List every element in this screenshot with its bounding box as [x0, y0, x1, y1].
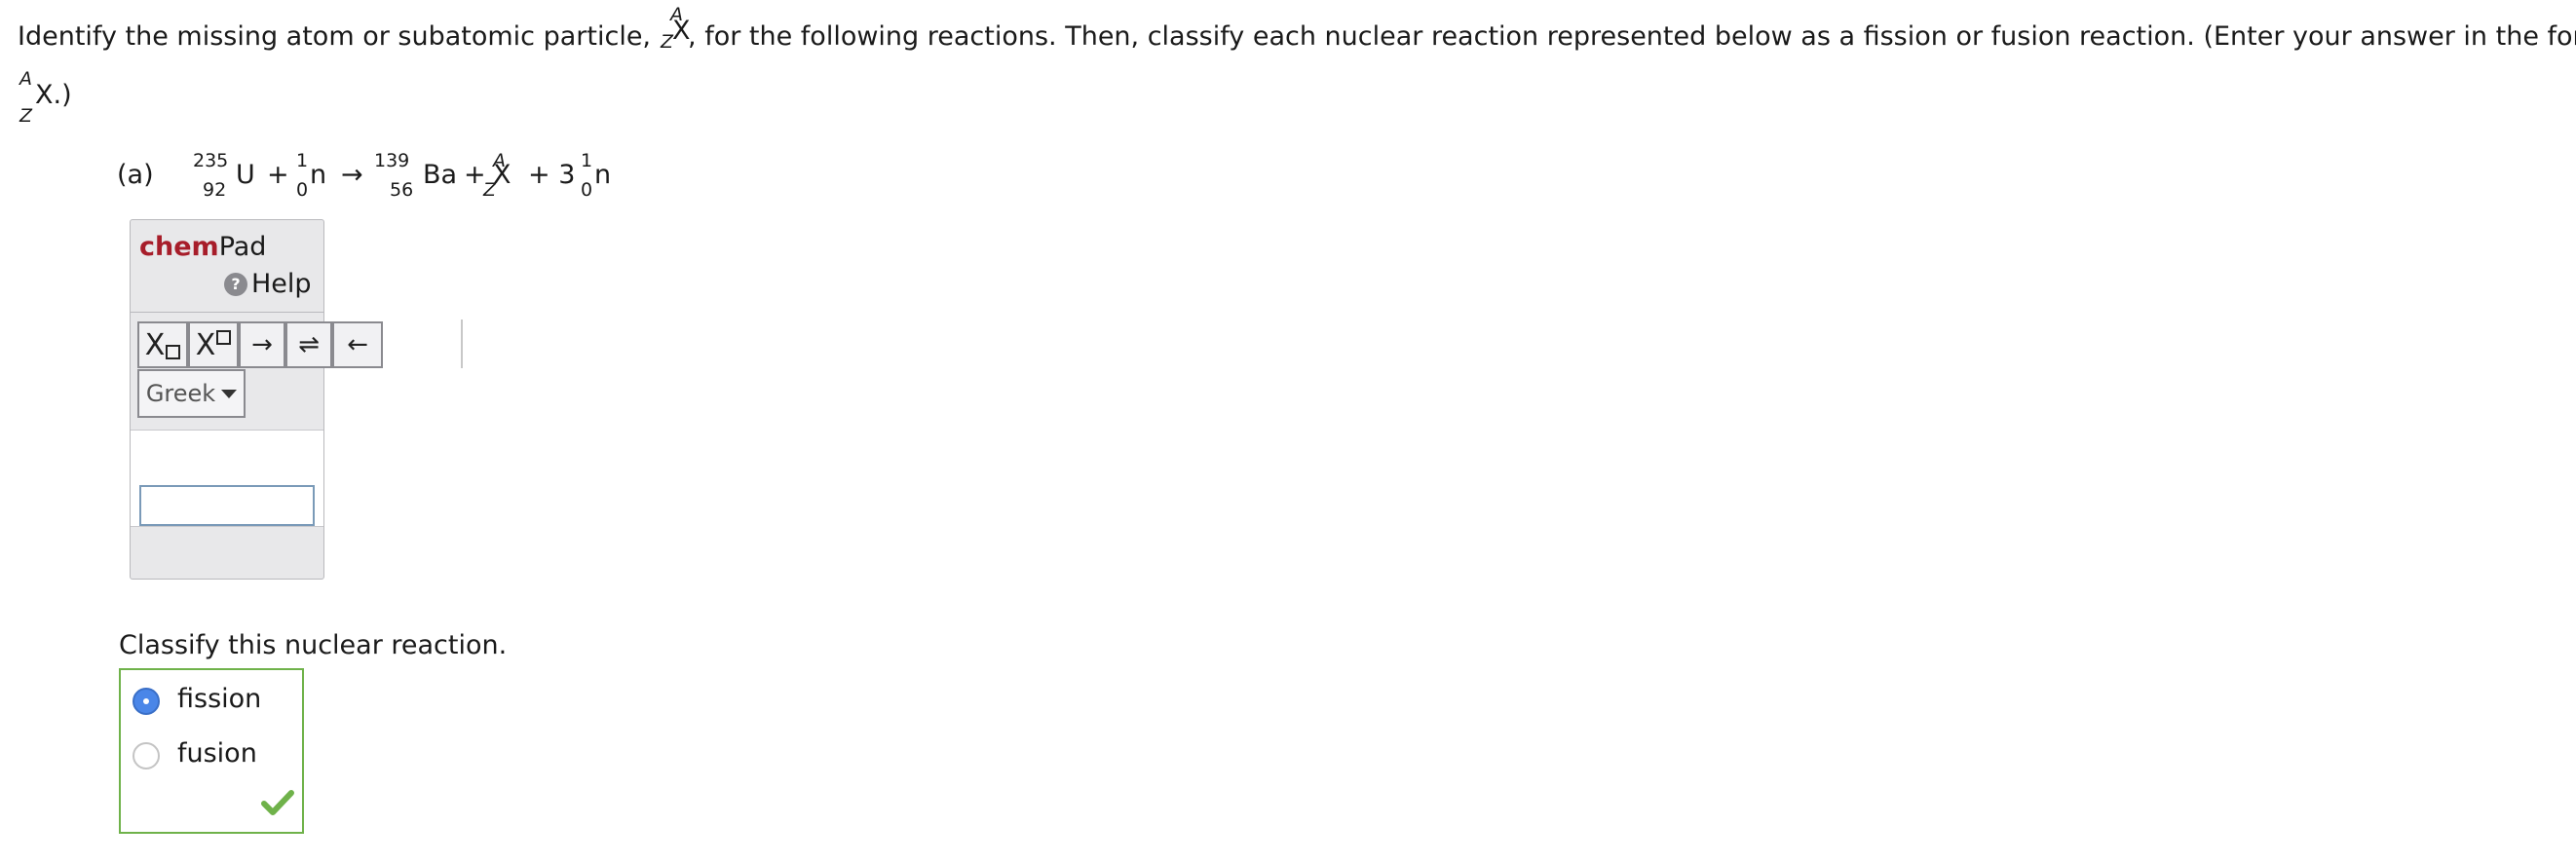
question-circle-icon: ? [224, 272, 247, 296]
barium-mass: 139 [374, 150, 410, 171]
fission-label[interactable]: fission [177, 684, 261, 714]
instructions-part1: Identify the missing atom or subatomic p… [18, 21, 652, 52]
divider [131, 312, 323, 313]
text-cursor [461, 319, 463, 368]
help-label: Help [251, 269, 312, 299]
neutron-mass: 1 [581, 150, 593, 171]
help-link[interactable]: ? Help [224, 269, 312, 299]
form-symbol: X.) [35, 80, 72, 110]
subscript-box-icon [166, 344, 181, 359]
arrow-right-icon: → [251, 330, 273, 359]
arrow-left-button[interactable]: ← [332, 321, 383, 368]
form-number-label: Z [19, 105, 33, 127]
unknown-symbol: X [493, 160, 511, 190]
plus-sign: + [267, 160, 289, 190]
classify-prompt: Classify this nuclear reaction. [119, 630, 508, 660]
neutron-symbol: n [594, 160, 612, 190]
coefficient-plus-3: + 3 [528, 160, 576, 190]
uranium-number: 92 [203, 179, 227, 201]
instructions-part2: , for the following reactions. Then, cla… [688, 21, 2576, 52]
superscript-glyph: X [195, 327, 216, 362]
equilibrium-arrow-button[interactable]: ⇌ [285, 321, 332, 368]
chempad-widget: chemPad ? Help X X → ⇌ ← Greek [130, 219, 383, 580]
greek-dropdown[interactable]: Greek [137, 369, 246, 418]
chempad-brand-rest: Pad [218, 232, 267, 262]
neutron-symbol: n [310, 160, 327, 190]
answer-input[interactable] [139, 485, 315, 526]
chevron-down-icon [221, 389, 238, 398]
fusion-radio[interactable] [133, 742, 160, 769]
arrow-left-icon: ← [347, 330, 368, 359]
reaction-label: (a) [117, 160, 154, 190]
uranium-mass: 235 [193, 150, 229, 171]
equilibrium-arrow-icon: ⇌ [298, 330, 320, 359]
superscript-box-icon [216, 329, 232, 345]
barium-number: 56 [390, 179, 414, 201]
barium-symbol: Ba [423, 160, 458, 190]
reaction-arrow: → [341, 160, 363, 190]
answer-format: A Z X.) [18, 66, 95, 127]
chempad-title: chemPad [139, 232, 266, 262]
unknown-symbol: X [672, 16, 691, 46]
neutron-number: 0 [581, 179, 593, 201]
subscript-button[interactable]: X [137, 321, 188, 368]
reaction-equation: 235 92 U + 1 0 n → 139 56 Ba + A Z X + 3… [185, 146, 643, 210]
arrow-right-button[interactable]: → [239, 321, 285, 368]
neutron-mass: 1 [296, 150, 309, 171]
form-mass-label: A [19, 68, 32, 90]
greek-label: Greek [145, 380, 216, 407]
subscript-glyph: X [144, 327, 166, 362]
instructions: Identify the missing atom or subatomic p… [18, 4, 2576, 53]
fission-radio[interactable] [133, 688, 160, 715]
chempad-brand-bold: chem [139, 232, 219, 262]
neutron-number: 0 [296, 179, 309, 201]
fusion-label[interactable]: fusion [177, 738, 257, 769]
unknown-particle-notation: AZX [651, 4, 691, 53]
superscript-button[interactable]: X [188, 321, 239, 368]
checkmark-icon [261, 790, 294, 815]
uranium-symbol: U [236, 160, 255, 190]
